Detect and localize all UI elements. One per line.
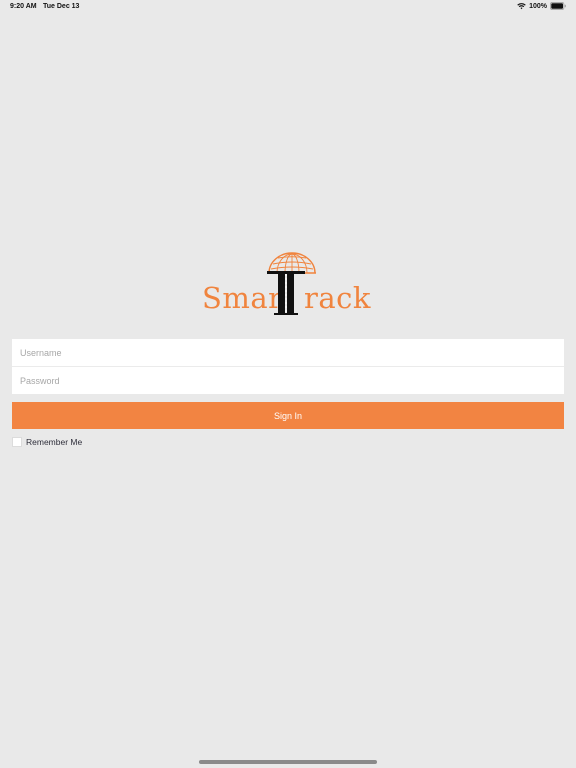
status-bar: 9:20 AM Tue Dec 13 100% — [0, 0, 576, 14]
smartrack-logo: Smar rack — [200, 252, 376, 320]
remember-me-checkbox[interactable] — [12, 436, 22, 447]
login-form — [12, 339, 564, 394]
battery-percentage: 100% — [529, 2, 547, 10]
status-date: Tue Dec 13 — [43, 3, 80, 10]
password-input[interactable] — [12, 367, 564, 394]
logo-text-end: rack — [304, 281, 371, 315]
username-field-container — [12, 339, 564, 366]
status-time: 9:20 AM — [10, 3, 37, 10]
battery-icon — [550, 2, 566, 10]
password-field-container — [12, 366, 564, 394]
sign-in-button[interactable]: Sign In — [12, 402, 564, 429]
logo-tt-mark — [267, 271, 305, 315]
status-indicators: 100% — [517, 2, 566, 10]
remember-me-label[interactable]: Remember Me — [26, 437, 82, 447]
wifi-icon — [517, 3, 526, 10]
username-input[interactable] — [12, 339, 564, 366]
remember-me-row[interactable]: Remember Me — [12, 436, 82, 447]
home-indicator[interactable] — [199, 760, 377, 764]
